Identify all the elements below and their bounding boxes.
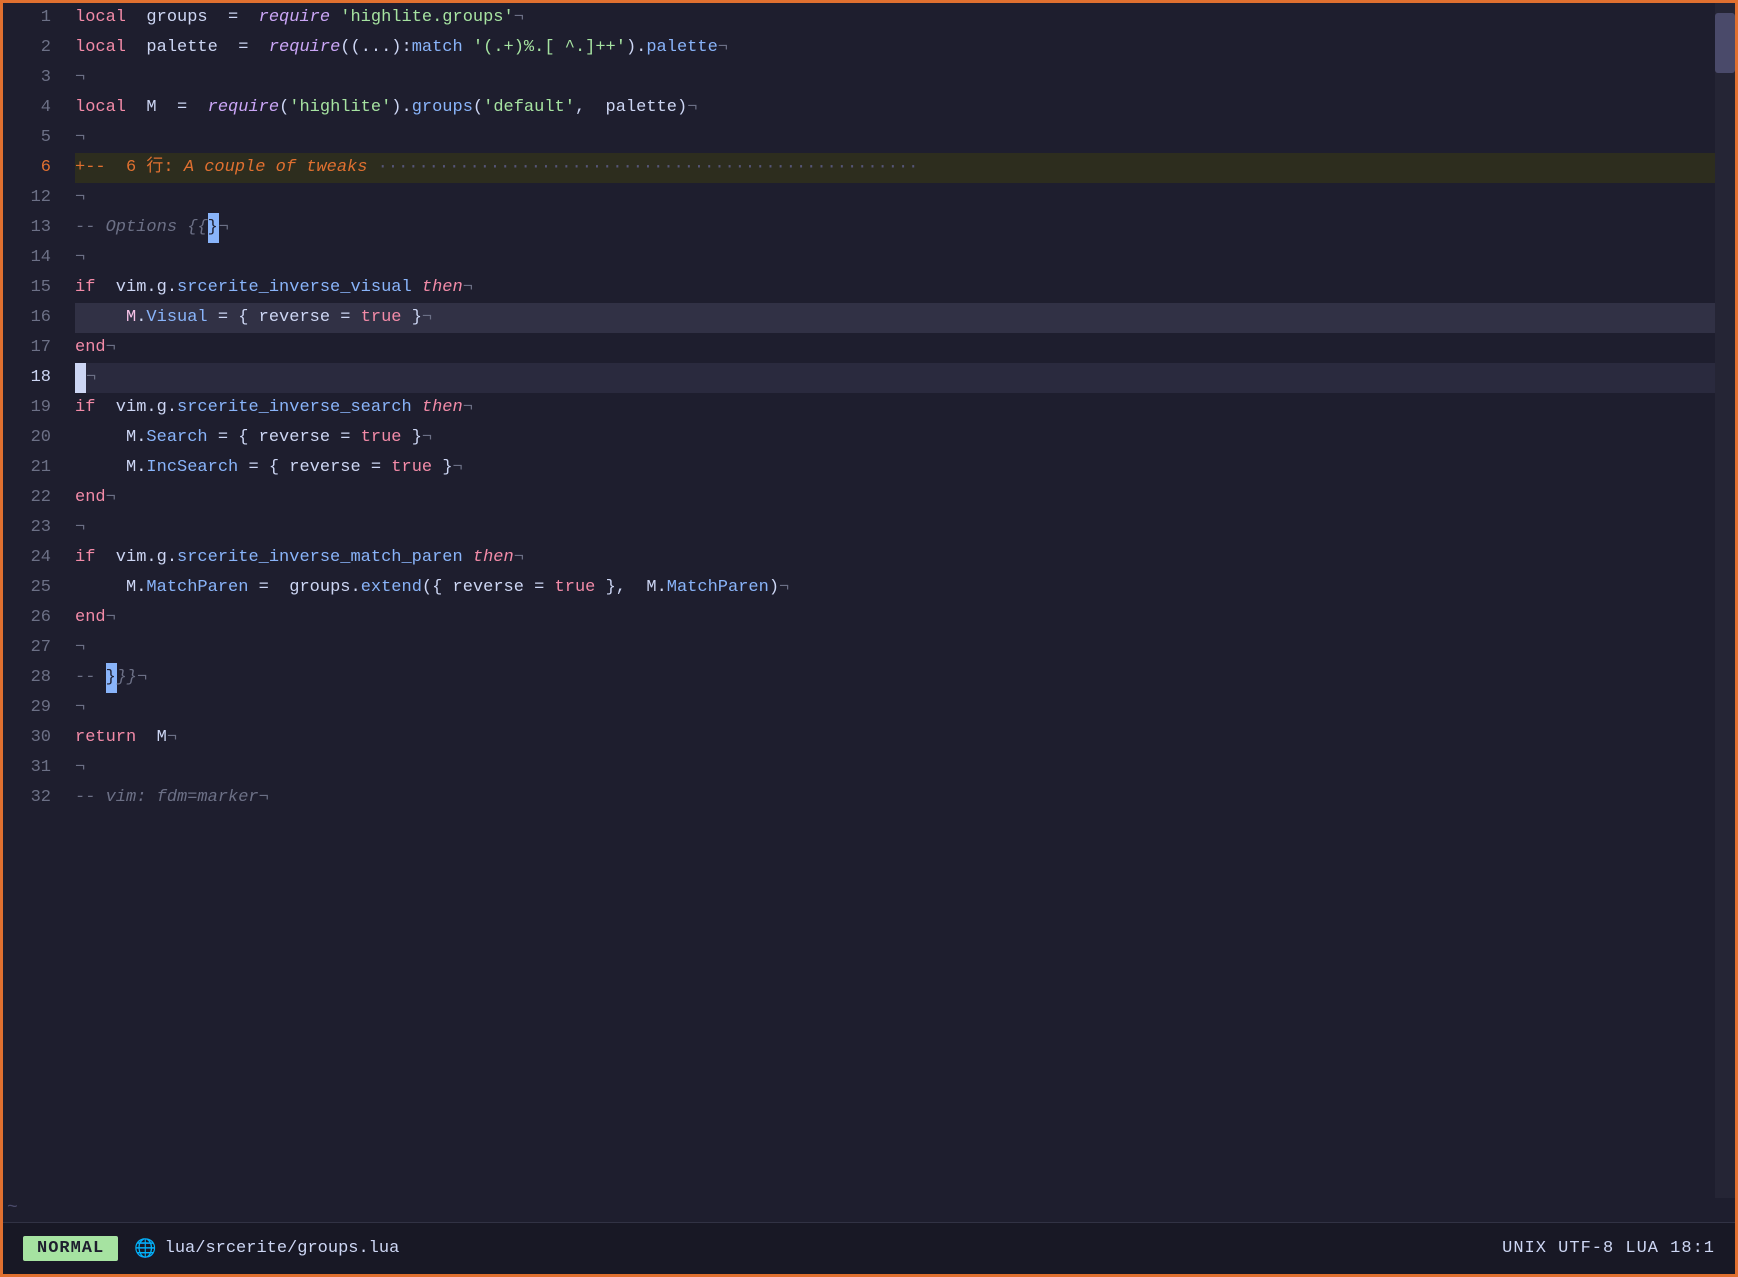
ln-31: 31 <box>3 753 51 783</box>
ln-22: 22 <box>3 483 51 513</box>
code-line-25: M.MatchParen = groups.extend({ reverse =… <box>75 573 1715 603</box>
ln-20: 20 <box>3 423 51 453</box>
code-line-27: ¬ <box>75 633 1715 663</box>
code-area: 1 2 3 4 5 6 12 13 14 15 16 17 18 19 20 2… <box>3 3 1735 1198</box>
ln-17: 17 <box>3 333 51 363</box>
tilde-area: ~ <box>3 1198 1735 1222</box>
editor: 1 2 3 4 5 6 12 13 14 15 16 17 18 19 20 2… <box>3 3 1735 1222</box>
code-line-21: M.IncSearch = { reverse = true }¬ <box>75 453 1715 483</box>
ln-18: 18 <box>3 363 51 393</box>
code-line-32: -- vim: fdm=marker¬ <box>75 783 1715 813</box>
code-line-5: ¬ <box>75 123 1715 153</box>
ln-1: 1 <box>3 3 51 33</box>
code-line-29: ¬ <box>75 693 1715 723</box>
code-line-26: end¬ <box>75 603 1715 633</box>
code-line-31: ¬ <box>75 753 1715 783</box>
file-info: 🌐 lua/srcerite/groups.lua <box>134 1238 399 1260</box>
code-line-2: local palette = require((...):match '(.+… <box>75 33 1715 63</box>
ln-30: 30 <box>3 723 51 753</box>
code-line-16: M.Visual = { reverse = true }¬ <box>75 303 1715 333</box>
scrollbar[interactable] <box>1715 3 1735 1198</box>
ln-12: 12 <box>3 183 51 213</box>
ln-24: 24 <box>3 543 51 573</box>
code-line-1: local groups = require 'highlite.groups'… <box>75 3 1715 33</box>
code-line-20: M.Search = { reverse = true }¬ <box>75 423 1715 453</box>
ln-28: 28 <box>3 663 51 693</box>
ln-29: 29 <box>3 693 51 723</box>
ln-32: 32 <box>3 783 51 813</box>
mode-badge: NORMAL <box>23 1236 118 1261</box>
ln-27: 27 <box>3 633 51 663</box>
line-numbers: 1 2 3 4 5 6 12 13 14 15 16 17 18 19 20 2… <box>3 3 63 1198</box>
code-line-28: -- }}}¬ <box>75 663 1715 693</box>
ln-2: 2 <box>3 33 51 63</box>
code-line-15: if vim.g.srcerite_inverse_visual then¬ <box>75 273 1715 303</box>
ln-26: 26 <box>3 603 51 633</box>
status-left: NORMAL 🌐 lua/srcerite/groups.lua <box>23 1236 399 1261</box>
ln-4: 4 <box>3 93 51 123</box>
code-line-3: ¬ <box>75 63 1715 93</box>
ln-13: 13 <box>3 213 51 243</box>
code-line-17: end¬ <box>75 333 1715 363</box>
code-line-23: ¬ <box>75 513 1715 543</box>
ln-6: 6 <box>3 153 51 183</box>
code-line-19: if vim.g.srcerite_inverse_search then¬ <box>75 393 1715 423</box>
ln-23: 23 <box>3 513 51 543</box>
scrollbar-thumb[interactable] <box>1715 13 1735 73</box>
globe-icon: 🌐 <box>134 1238 156 1260</box>
status-right: UNIX UTF-8 LUA 18:1 <box>1502 1239 1715 1258</box>
code-line-12: ¬ <box>75 183 1715 213</box>
code-line-4: local M = require('highlite').groups('de… <box>75 93 1715 123</box>
code-line-24: if vim.g.srcerite_inverse_match_paren th… <box>75 543 1715 573</box>
code-line-14: ¬ <box>75 243 1715 273</box>
ln-21: 21 <box>3 453 51 483</box>
ln-16: 16 <box>3 303 51 333</box>
code-content[interactable]: local groups = require 'highlite.groups'… <box>63 3 1715 1198</box>
ln-14: 14 <box>3 243 51 273</box>
code-line-18: ¬ <box>75 363 1715 393</box>
ln-19: 19 <box>3 393 51 423</box>
ln-25: 25 <box>3 573 51 603</box>
ln-3: 3 <box>3 63 51 93</box>
ln-5: 5 <box>3 123 51 153</box>
status-bar: NORMAL 🌐 lua/srcerite/groups.lua UNIX UT… <box>3 1222 1735 1274</box>
code-line-6: +-- 6 行: A couple of tweaks ············… <box>75 153 1715 183</box>
filename: lua/srcerite/groups.lua <box>165 1239 400 1258</box>
code-line-13: -- Options {{}¬ <box>75 213 1715 243</box>
code-line-30: return M¬ <box>75 723 1715 753</box>
ln-15: 15 <box>3 273 51 303</box>
code-line-22: end¬ <box>75 483 1715 513</box>
